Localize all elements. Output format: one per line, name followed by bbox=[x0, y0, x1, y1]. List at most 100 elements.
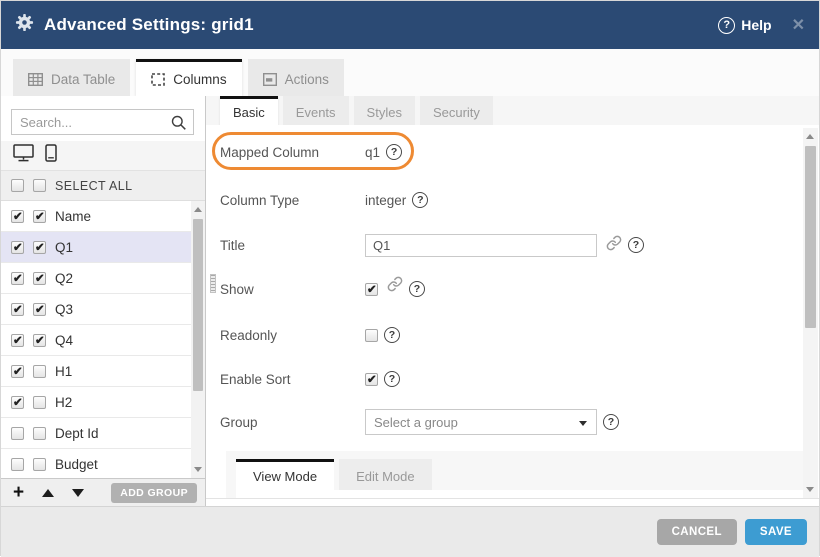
bind-link-icon[interactable] bbox=[606, 235, 622, 256]
list-scrollbar-thumb[interactable] bbox=[193, 219, 203, 391]
mobile-checkbox[interactable] bbox=[33, 396, 46, 409]
column-name: Q1 bbox=[55, 240, 73, 255]
desktop-checkbox[interactable] bbox=[11, 272, 24, 285]
mobile-view-icon[interactable] bbox=[45, 144, 57, 167]
mobile-checkbox[interactable] bbox=[33, 334, 46, 347]
select-all-mobile-checkbox[interactable] bbox=[33, 179, 46, 192]
view-mode-content: Widget -- Select a widget -- ? bbox=[236, 490, 805, 499]
mobile-checkbox[interactable] bbox=[33, 303, 46, 316]
close-icon[interactable]: ✕ bbox=[792, 15, 805, 35]
panel-scrollbar[interactable] bbox=[803, 128, 818, 498]
readonly-checkbox[interactable] bbox=[365, 329, 378, 342]
enable-sort-label: Enable Sort bbox=[220, 372, 365, 387]
show-help-icon[interactable]: ? bbox=[409, 281, 425, 297]
column-name: Q2 bbox=[55, 271, 73, 286]
desktop-checkbox[interactable] bbox=[11, 458, 24, 471]
tab-view-mode[interactable]: View Mode bbox=[236, 459, 334, 490]
list-item[interactable]: Name bbox=[1, 201, 191, 232]
help-label: Help bbox=[741, 17, 771, 33]
tab-label: Events bbox=[296, 105, 336, 120]
search-icon[interactable] bbox=[170, 114, 187, 136]
enable-sort-checkbox[interactable] bbox=[365, 373, 378, 386]
tab-columns[interactable]: Columns bbox=[136, 59, 241, 96]
list-item[interactable]: Q4 bbox=[1, 325, 191, 356]
scroll-down-icon[interactable] bbox=[806, 487, 814, 492]
column-name: Q3 bbox=[55, 302, 73, 317]
tab-actions[interactable]: Actions bbox=[248, 59, 344, 96]
desktop-checkbox[interactable] bbox=[11, 396, 24, 409]
list-item[interactable]: Q3 bbox=[1, 294, 191, 325]
list-scrollbar[interactable] bbox=[191, 201, 205, 478]
sidebar-toolbar: + ADD GROUP bbox=[1, 478, 205, 506]
table-icon bbox=[28, 73, 43, 86]
dialog-footer: CANCEL SAVE bbox=[1, 506, 819, 557]
panel-scrollbar-thumb[interactable] bbox=[805, 146, 816, 328]
list-item-selected[interactable]: Q1 bbox=[1, 232, 191, 263]
sidebar-resize-handle[interactable] bbox=[210, 274, 216, 293]
search-input[interactable] bbox=[12, 115, 193, 130]
column-name: H1 bbox=[55, 364, 72, 379]
save-button[interactable]: SAVE bbox=[745, 519, 807, 545]
desktop-checkbox[interactable] bbox=[11, 303, 24, 316]
show-checkbox[interactable] bbox=[365, 283, 378, 296]
mobile-checkbox[interactable] bbox=[33, 365, 46, 378]
add-column-icon[interactable]: + bbox=[13, 483, 24, 503]
desktop-view-icon[interactable] bbox=[13, 144, 34, 167]
list-item[interactable]: Dept Id bbox=[1, 418, 191, 449]
tab-security[interactable]: Security bbox=[420, 96, 493, 125]
show-row: Show ? bbox=[220, 278, 799, 300]
cancel-button[interactable]: CANCEL bbox=[657, 519, 737, 545]
group-select[interactable]: Select a group bbox=[365, 409, 597, 435]
readonly-help-icon[interactable]: ? bbox=[384, 327, 400, 343]
move-up-icon[interactable] bbox=[42, 489, 54, 497]
title-input[interactable] bbox=[365, 234, 597, 257]
tab-label: Basic bbox=[233, 105, 265, 120]
list-item[interactable]: Budget bbox=[1, 449, 191, 478]
tab-edit-mode[interactable]: Edit Mode bbox=[339, 459, 432, 490]
settings-tab-bar: Basic Events Styles Security bbox=[206, 96, 819, 125]
scroll-up-icon[interactable] bbox=[806, 134, 814, 139]
tab-events[interactable]: Events bbox=[283, 96, 349, 125]
add-group-button[interactable]: ADD GROUP bbox=[111, 483, 197, 503]
mobile-checkbox[interactable] bbox=[33, 241, 46, 254]
column-list: Name Q1 Q2 Q3 bbox=[1, 201, 205, 478]
group-label: Group bbox=[220, 415, 365, 430]
mobile-checkbox[interactable] bbox=[33, 272, 46, 285]
readonly-label: Readonly bbox=[220, 328, 365, 343]
desktop-checkbox[interactable] bbox=[11, 210, 24, 223]
mobile-checkbox[interactable] bbox=[33, 458, 46, 471]
group-row: Group Select a group ? bbox=[220, 409, 799, 435]
tab-styles[interactable]: Styles bbox=[354, 96, 415, 125]
mode-section: View Mode Edit Mode Widget -- Select a w… bbox=[226, 451, 805, 499]
mapped-column-help-icon[interactable]: ? bbox=[386, 144, 402, 160]
scroll-down-icon[interactable] bbox=[194, 467, 202, 472]
mobile-checkbox[interactable] bbox=[33, 210, 46, 223]
group-help-icon[interactable]: ? bbox=[603, 414, 619, 430]
desktop-checkbox[interactable] bbox=[11, 427, 24, 440]
tab-basic[interactable]: Basic bbox=[220, 96, 278, 125]
dialog-header: Advanced Settings: grid1 ? Help ✕ bbox=[1, 1, 819, 49]
column-type-help-icon[interactable]: ? bbox=[412, 192, 428, 208]
tab-label: View Mode bbox=[253, 469, 317, 484]
list-item[interactable]: H1 bbox=[1, 356, 191, 387]
list-item[interactable]: Q2 bbox=[1, 263, 191, 294]
tab-label: Styles bbox=[367, 105, 402, 120]
move-down-icon[interactable] bbox=[72, 489, 84, 497]
scroll-up-icon[interactable] bbox=[194, 207, 202, 212]
desktop-checkbox[interactable] bbox=[11, 334, 24, 347]
show-label: Show bbox=[220, 282, 365, 297]
tab-data-table[interactable]: Data Table bbox=[13, 59, 130, 96]
select-all-desktop-checkbox[interactable] bbox=[11, 179, 24, 192]
enable-sort-help-icon[interactable]: ? bbox=[384, 371, 400, 387]
gear-icon bbox=[15, 13, 34, 37]
help-button[interactable]: ? Help bbox=[718, 17, 771, 34]
list-item[interactable]: H2 bbox=[1, 387, 191, 418]
mobile-checkbox[interactable] bbox=[33, 427, 46, 440]
column-name: Budget bbox=[55, 457, 98, 472]
desktop-checkbox[interactable] bbox=[11, 365, 24, 378]
desktop-checkbox[interactable] bbox=[11, 241, 24, 254]
title-help-icon[interactable]: ? bbox=[628, 237, 644, 253]
actions-icon bbox=[263, 73, 277, 86]
search-box bbox=[11, 109, 194, 135]
bind-link-icon[interactable] bbox=[387, 276, 403, 297]
